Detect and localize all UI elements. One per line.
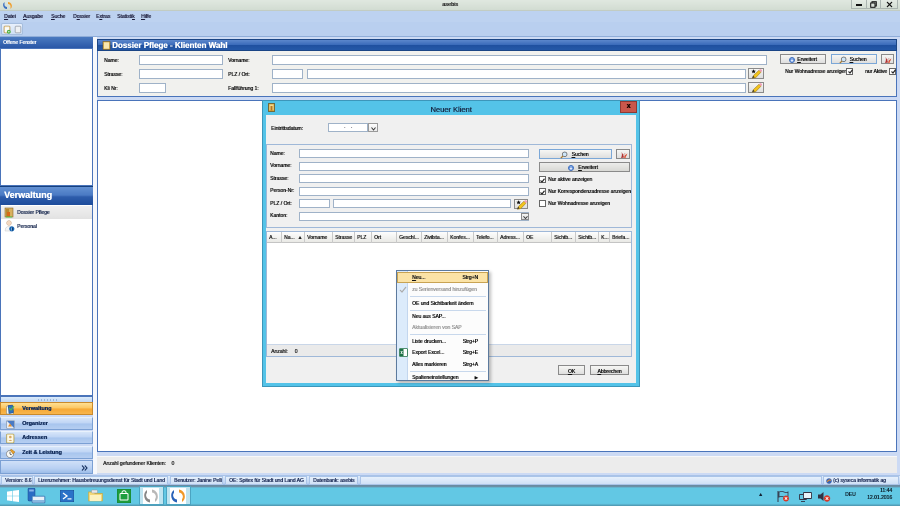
svg-text:i: i xyxy=(11,227,12,232)
